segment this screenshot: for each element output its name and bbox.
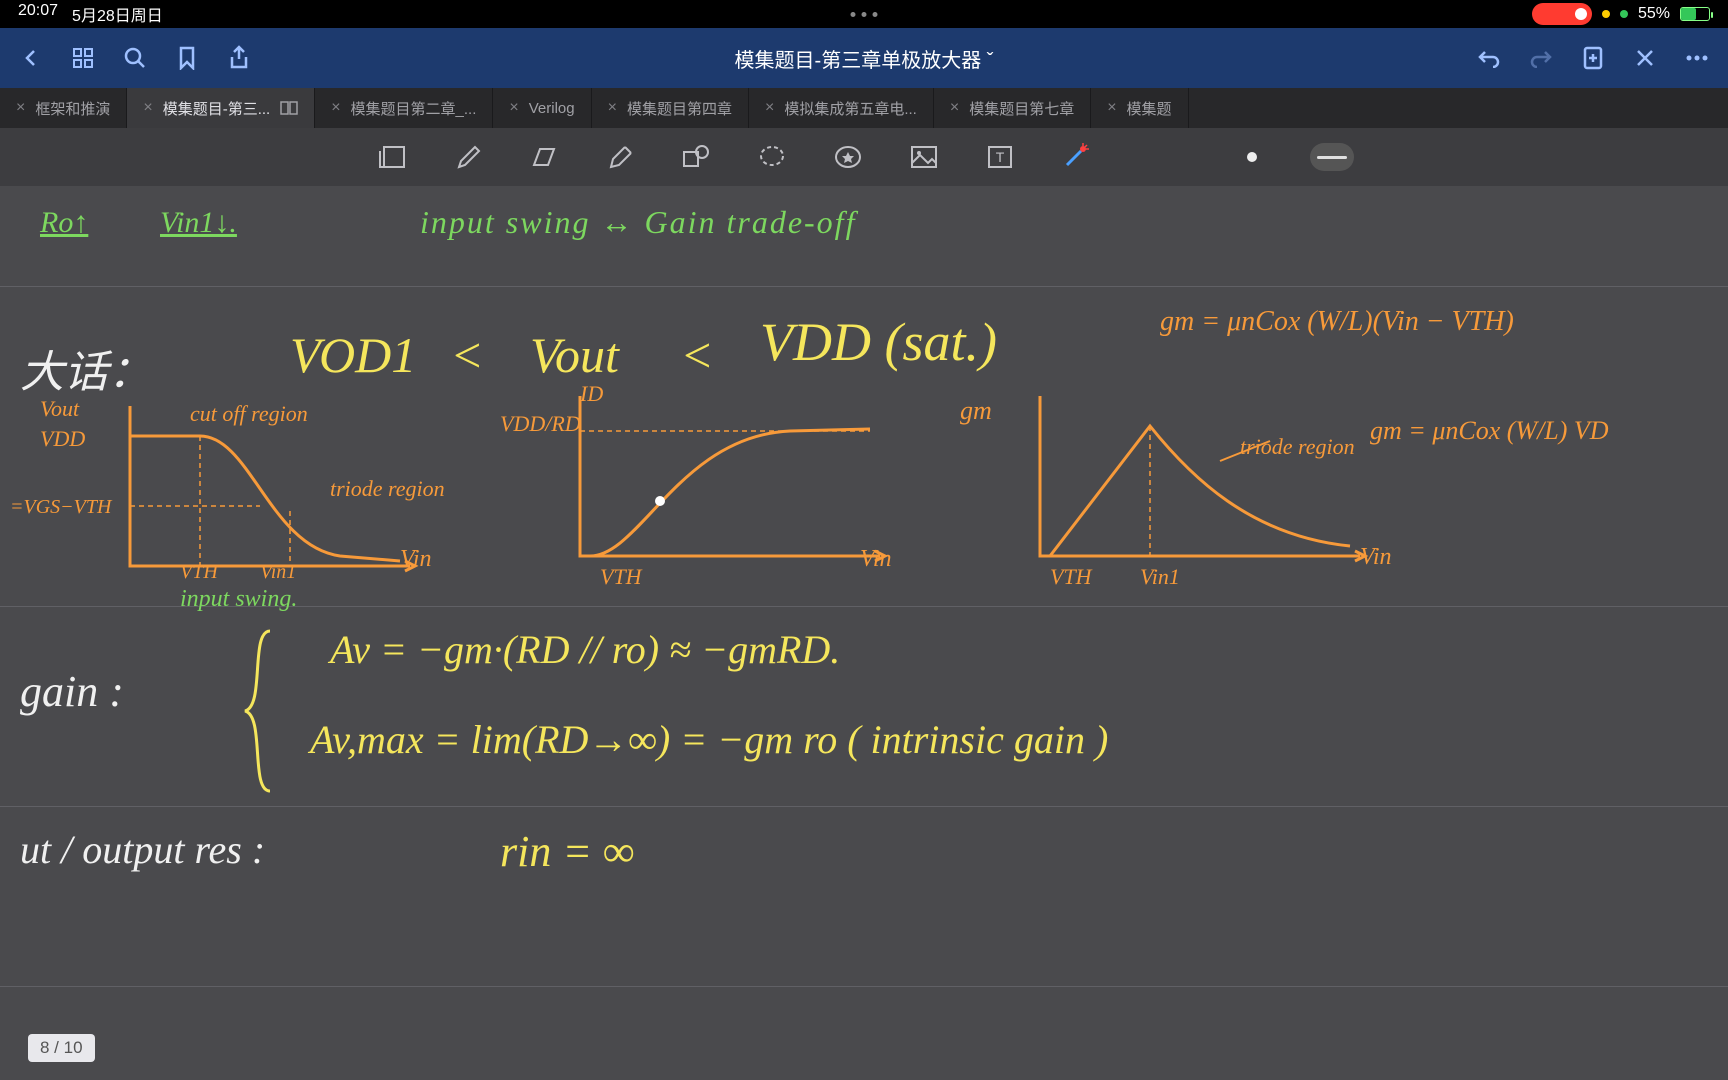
search-icon[interactable] — [122, 45, 148, 71]
app-header: 模集题目-第三章单极放大器 ˇ — [0, 28, 1728, 88]
status-bar: 20:07 5月28日周日 55% — [0, 0, 1728, 28]
tab-1[interactable]: ×模集题目-第三... — [127, 88, 315, 128]
g1-ytick: VDD — [40, 426, 85, 452]
text-tool-icon[interactable]: T — [982, 139, 1018, 175]
close-icon[interactable] — [1632, 45, 1658, 71]
tab-bar: ×框架和推演 ×模集题目-第三... ×模集题目第二章_... ×Verilog… — [0, 88, 1728, 128]
grid-icon[interactable] — [70, 45, 96, 71]
note-swing-tradeoff: input swing ↔ Gain trade-off — [420, 204, 856, 241]
note-ro: Ro↑ — [40, 206, 88, 240]
note-cond-label: 大话： — [20, 336, 152, 400]
g3-xlab: Vin — [1360, 544, 1392, 571]
svg-text:T: T — [996, 149, 1005, 165]
note-vod1: VOD1 — [290, 326, 416, 384]
g3-triode: triode region — [1240, 434, 1355, 460]
g1-triode: triode region — [330, 476, 445, 502]
image-tool-icon[interactable] — [906, 139, 942, 175]
tab-close-icon[interactable]: × — [950, 99, 959, 117]
battery-percent: 55% — [1638, 5, 1670, 23]
note-vin: Vin1↓. — [160, 206, 237, 240]
add-page-icon[interactable] — [1580, 45, 1606, 71]
tab-close-icon[interactable]: × — [331, 99, 340, 117]
tab-4[interactable]: ×模集题目第四章 — [592, 88, 749, 128]
battery-icon — [1680, 7, 1710, 21]
note-gm-eq1: gm = μnCox (W/L)(Vin − VTH) — [1160, 306, 1514, 338]
read-mode-icon[interactable] — [374, 139, 410, 175]
note-res-label: ut / output res : — [20, 826, 265, 873]
back-button[interactable] — [18, 45, 44, 71]
lasso-tool-icon[interactable] — [754, 139, 790, 175]
note-res-eq: rin = ∞ — [500, 826, 634, 877]
graph-gm-vin — [990, 386, 1390, 586]
eraser-tool-icon[interactable] — [526, 139, 562, 175]
tab-7[interactable]: ×模集题 — [1091, 88, 1188, 128]
split-view-icon[interactable] — [280, 99, 298, 117]
undo-icon[interactable] — [1476, 45, 1502, 71]
g2-ytick: VDD/RD — [500, 411, 581, 437]
status-dot-yellow — [1602, 10, 1610, 18]
tab-close-icon[interactable]: × — [765, 99, 774, 117]
g1-ytick2: =VGS−VTH — [10, 496, 111, 519]
note-vout: Vout — [530, 326, 619, 384]
g1-xlab: Vin — [400, 546, 432, 573]
note-lt1: < — [450, 326, 484, 384]
g1-xt2: Vin1 — [260, 561, 296, 584]
note-gain-label: gain : — [20, 666, 124, 717]
note-vdd: VDD (sat.) — [760, 311, 997, 373]
multitask-dots[interactable] — [851, 12, 878, 17]
brush-preview[interactable] — [1310, 143, 1354, 171]
screen-record-indicator[interactable] — [1532, 3, 1592, 25]
g3-ylab: gm — [960, 396, 992, 426]
g2-xlab: Vin — [860, 546, 892, 573]
tab-3[interactable]: ×Verilog — [493, 88, 591, 128]
tab-close-icon[interactable]: × — [143, 99, 152, 117]
g1-swing: input swing. — [180, 586, 297, 613]
note-gain-eq2: Av,max = lim(RD→∞) = −gm ro ( intrinsic … — [310, 716, 1108, 763]
status-date: 5月28日周日 — [72, 2, 163, 26]
tab-5[interactable]: ×模拟集成第五章电... — [749, 88, 934, 128]
page-indicator: 8 / 10 — [28, 1034, 95, 1062]
tab-close-icon[interactable]: × — [509, 99, 518, 117]
status-time: 20:07 — [18, 2, 58, 26]
graph-id-vin — [530, 386, 910, 586]
highlighter-tool-icon[interactable] — [602, 139, 638, 175]
color-white-icon[interactable] — [1234, 139, 1270, 175]
bookmark-icon[interactable] — [174, 45, 200, 71]
tab-2[interactable]: ×模集题目第二章_... — [315, 88, 493, 128]
tab-close-icon[interactable]: × — [16, 99, 25, 117]
more-icon[interactable] — [1684, 45, 1710, 71]
g1-xt1: VTH — [180, 561, 218, 584]
g1-cutoff: cut off region — [190, 401, 308, 427]
g3-xt1: VTH — [1050, 564, 1092, 590]
note-gain-eq1: Av = −gm·(RD // ro) ≈ −gmRD. — [330, 626, 840, 673]
g1-ylab: Vout — [40, 396, 79, 422]
share-icon[interactable] — [226, 45, 252, 71]
tab-6[interactable]: ×模集题目第七章 — [934, 88, 1091, 128]
note-canvas[interactable]: Ro↑ Vin1↓. input swing ↔ Gain trade-off … — [0, 186, 1728, 1080]
pen-tool-icon[interactable] — [450, 139, 486, 175]
tool-bar: T — [0, 128, 1728, 186]
status-dot-green — [1620, 10, 1628, 18]
note-lt2: < — [680, 326, 714, 384]
tab-0[interactable]: ×框架和推演 — [0, 88, 127, 128]
note-gm-eq2: gm = μnCox (W/L) VD — [1370, 416, 1609, 446]
g2-xt: VTH — [600, 564, 642, 590]
favorites-tool-icon[interactable] — [830, 139, 866, 175]
redo-icon[interactable] — [1528, 45, 1554, 71]
tab-close-icon[interactable]: × — [608, 99, 617, 117]
tab-close-icon[interactable]: × — [1107, 99, 1116, 117]
g3-xt2: Vin1 — [1140, 564, 1180, 590]
brace-icon — [240, 626, 280, 796]
g2-title: ID — [580, 381, 603, 407]
shape-tool-icon[interactable] — [678, 139, 714, 175]
document-title[interactable]: 模集题目-第三章单极放大器 ˇ — [274, 44, 1454, 73]
laser-pointer-icon[interactable] — [1058, 139, 1094, 175]
